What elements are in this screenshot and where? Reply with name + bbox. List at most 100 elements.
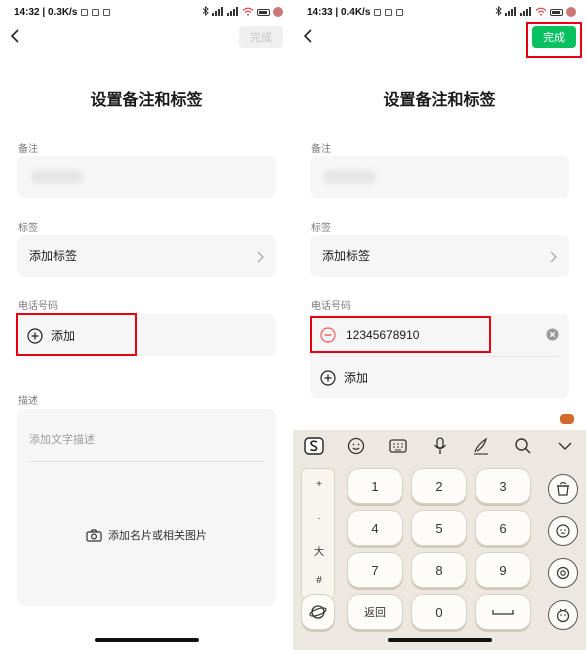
symbol-key[interactable]: 大 [302,543,336,558]
key-7[interactable]: 7 [347,552,403,588]
key-4[interactable]: 4 [347,510,403,546]
add-tags-row[interactable]: 添加标签 [17,235,276,277]
highlight-box [526,22,582,58]
add-tags-row[interactable]: 添加标签 [310,235,569,277]
back-button[interactable] [6,26,24,46]
tags-label: 标签 [18,223,38,234]
key-8[interactable]: 8 [411,552,467,588]
key-1[interactable]: 1 [347,468,403,504]
collapse-keyboard-icon[interactable] [544,441,586,451]
chevron-right-icon [257,250,264,268]
notification-icon [103,8,111,16]
battery-icon [257,8,270,16]
camera-icon [86,528,102,542]
bluetooth-icon [495,5,502,18]
clear-icon [546,328,559,341]
description-label: 描述 [18,396,38,407]
signal-icon [520,6,532,18]
notification-icon [396,8,404,16]
key-2[interactable]: 2 [411,468,467,504]
divider [29,461,264,462]
key-space[interactable] [475,594,531,630]
add-photo-text: 添加名片或相关图片 [108,530,207,542]
notification-icon [385,8,393,16]
status-bar: 14:33 | 0.4K/s [307,5,576,19]
bluetooth-icon [202,5,209,18]
key-0[interactable]: 0 [411,594,467,630]
description-input[interactable]: 添加文字描述 [29,431,95,447]
symbol-key[interactable]: + [302,479,336,490]
home-indicator[interactable] [94,638,199,642]
remark-input[interactable] [310,156,569,198]
enter-key[interactable] [548,597,578,633]
key-5[interactable]: 5 [411,510,467,546]
status-speed: 0.3K/s [47,6,78,18]
clear-key[interactable] [548,555,578,591]
highlight-box [16,313,137,356]
search-icon[interactable] [502,437,544,455]
notification-icon [81,8,89,16]
key-9[interactable]: 9 [475,552,531,588]
face-icon [556,608,570,623]
emoji-key[interactable] [301,594,335,630]
phone-label: 电话号码 [18,301,58,312]
battery-icon [550,8,563,16]
page-title: 设置备注和标签 [383,92,496,109]
remark-label: 备注 [18,144,38,155]
phone-label: 电话号码 [311,301,351,312]
sticker-icon[interactable] [560,414,574,424]
space-icon [492,610,514,615]
chevron-right-icon [550,250,557,268]
wifi-icon [535,7,547,18]
key-6[interactable]: 6 [475,510,531,546]
page-title: 设置备注和标签 [90,92,203,109]
key-3[interactable]: 3 [475,468,531,504]
status-time: 14:32 [14,6,40,18]
signal-icon [212,6,224,18]
remark-value-blurred [31,170,83,184]
symbol-key[interactable]: # [302,575,336,586]
left-screen: 14:32 | 0.3K/s 完成 设置备注和标签 备注 标签 添加标签 电话号… [0,0,293,650]
plus-circle-icon [320,369,336,386]
add-phone-button[interactable]: 添加 [320,369,368,386]
symbol-column[interactable]: + . 大 # [301,468,335,600]
wifi-icon [242,7,254,18]
chevron-left-icon [10,29,19,43]
key-return[interactable]: 返回 [347,594,403,630]
emoji-icon[interactable] [335,437,377,455]
backspace-icon [556,524,570,538]
status-bar: 14:32 | 0.3K/s [14,5,283,19]
avatar-icon [273,7,283,17]
clipboard-key[interactable] [548,471,578,507]
chevron-left-icon [303,29,312,43]
cup-icon [557,481,569,496]
highlight-box [310,316,491,353]
status-time: 14:33 [307,6,333,18]
candidate-bar [293,408,586,430]
keyboard-icon[interactable] [377,438,419,454]
remark-input[interactable] [17,156,276,198]
avatar-icon [566,7,576,17]
handwriting-icon[interactable] [460,437,502,455]
right-screen: 14:33 | 0.4K/s 完成 设置备注和标签 备注 标签 添加标签 电话号… [293,0,586,650]
backspace-key[interactable] [548,513,578,549]
done-button[interactable]: 完成 [239,26,283,48]
tags-label: 标签 [311,223,331,234]
add-phone-text: 添加 [344,371,369,385]
keyboard: + . 大 # 1 2 3 4 5 6 7 8 9 返回 0 [293,408,586,650]
add-photo-button[interactable]: 添加名片或相关图片 [17,527,276,543]
signal-icon [505,6,517,18]
back-button[interactable] [299,26,317,46]
signal-icon [227,6,239,18]
microphone-icon[interactable] [419,437,461,455]
add-tags-text: 添加标签 [29,249,78,263]
clear-input-button[interactable] [546,328,559,346]
sogou-logo-icon[interactable] [293,437,335,455]
divider [320,356,559,357]
add-tags-text: 添加标签 [322,249,371,263]
remark-value-blurred [324,170,376,184]
at-icon [556,566,570,580]
symbol-key[interactable]: . [302,511,336,522]
home-indicator[interactable] [387,638,492,642]
keyboard-toolbar [293,432,586,460]
